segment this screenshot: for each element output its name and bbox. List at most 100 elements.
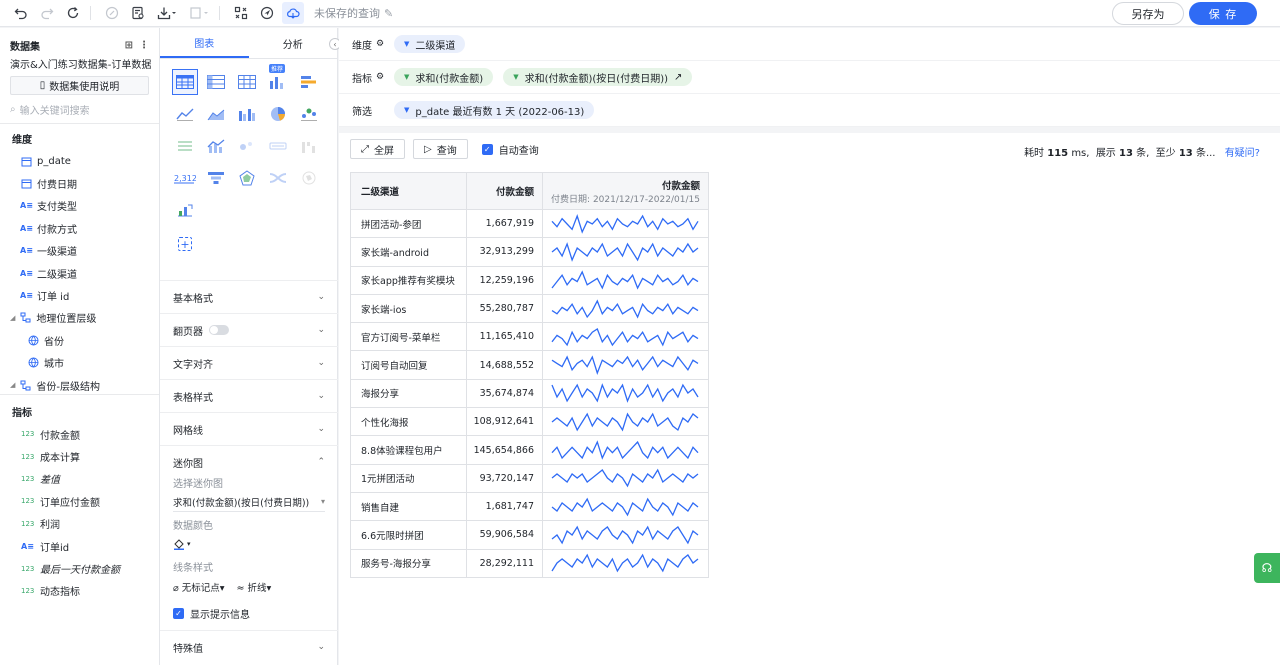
area-chart-icon[interactable] [203, 101, 229, 127]
kpi-card-icon[interactable] [265, 133, 291, 159]
save-button[interactable]: 保 存 [1189, 2, 1257, 25]
brush-icon[interactable] [101, 2, 123, 24]
tab-chart[interactable]: 图表 [160, 28, 249, 58]
bar-chart-icon[interactable]: 推荐 [265, 64, 291, 95]
table-row[interactable]: 家长端-ios 55,280,787 [350, 293, 709, 324]
data-color-picker[interactable]: ▾ [173, 534, 325, 554]
section-pager[interactable]: 翻页器 ⌄ [160, 313, 338, 346]
combo-chart-icon[interactable] [203, 133, 229, 159]
sankey-chart-icon[interactable] [265, 165, 291, 191]
sparkline[interactable] [551, 213, 699, 234]
sparkline[interactable] [551, 412, 699, 432]
dimension-item[interactable]: 付费日期 [0, 172, 159, 194]
sparkline[interactable] [551, 355, 699, 376]
section-basic-format[interactable]: 基本格式 ⌄ [160, 280, 338, 313]
query-button[interactable]: ▷ 查询 [413, 139, 468, 159]
export-icon[interactable] [185, 2, 213, 24]
funnel-chart-icon[interactable] [203, 165, 229, 191]
more-icon[interactable]: ⋮ [139, 40, 149, 51]
metric-item[interactable]: 123 差值 [0, 468, 159, 490]
cloud-sync-icon[interactable] [282, 2, 304, 24]
radar-chart-icon[interactable] [234, 165, 260, 191]
line-type-select[interactable]: ≈ 折线▾ [237, 580, 272, 594]
pie-chart-icon[interactable] [265, 101, 291, 127]
dimension-item[interactable]: A≡ 一级渠道 [0, 240, 159, 262]
progress-chart-icon[interactable] [172, 197, 198, 223]
sparkline[interactable] [551, 440, 699, 460]
dataset-doc-button[interactable]: ▯ 数据集使用说明 [10, 76, 149, 95]
horizontal-bar-icon[interactable] [296, 69, 322, 95]
sparkline[interactable] [551, 383, 699, 404]
column-header-amount[interactable]: 付款金额 [466, 172, 543, 210]
metric-item[interactable]: 123 成本计算 [0, 445, 159, 467]
table-chart-icon[interactable] [172, 69, 198, 95]
sparkline[interactable] [551, 270, 699, 290]
section-table-style[interactable]: 表格样式 ⌄ [160, 379, 338, 412]
tab-analysis[interactable]: 分析 [249, 28, 338, 58]
section-special-values[interactable]: 特殊值 ⌄ [160, 630, 338, 663]
table-row[interactable]: 个性化海报 108,912,641 [350, 407, 709, 437]
add-field-icon[interactable]: ⊞ [125, 40, 133, 51]
dimension-item[interactable]: A≡ 付款方式 [0, 217, 159, 239]
expand-tree-icon[interactable]: ◢ [10, 314, 15, 322]
dimension-item[interactable]: p_date [0, 150, 159, 172]
metric-pill[interactable]: ▼ 求和(付款金额) [394, 68, 494, 86]
table-row[interactable]: 6.6元限时拼团 59,906,584 [350, 520, 709, 550]
dimension-item[interactable]: ◢ 省份-层级结构 [0, 374, 159, 392]
table-row[interactable]: 家长app推荐有奖模块 12,259,196 [350, 265, 709, 295]
map-chart-icon[interactable] [296, 165, 322, 191]
line-chart-icon[interactable] [172, 101, 198, 127]
metric-item[interactable]: 123 订单应付金额 [0, 490, 159, 512]
dimension-item[interactable]: 城市 [0, 352, 159, 374]
marker-select[interactable]: ⌀ 无标记点▾ [173, 580, 225, 594]
scatter-chart-icon[interactable] [296, 101, 322, 127]
edit-title-icon[interactable]: ✎ [384, 7, 393, 20]
sparkline[interactable] [551, 497, 699, 517]
table-row[interactable]: 订阅号自动回复 14,688,552 [350, 350, 709, 380]
show-tooltip-checkbox[interactable]: ✓ 显示提示信息 [173, 602, 325, 624]
auto-query-checkbox[interactable]: ✓ 自动查询 [481, 142, 539, 157]
metric-item[interactable]: 123 利润 [0, 513, 159, 535]
table-row[interactable]: 8.8体验课程包用户 145,654,866 [350, 435, 709, 465]
fullscreen-button[interactable]: ⤢ 全屏 [350, 139, 405, 159]
pivot-table-icon[interactable] [203, 69, 229, 95]
dimension-item[interactable]: ◢ 地理位置层级 [0, 307, 159, 329]
metric-item[interactable]: 123 付款金额 [0, 423, 159, 445]
metric-item[interactable]: A≡ 订单id [0, 535, 159, 557]
metric-item[interactable]: 123 最后一天付款金额 [0, 557, 159, 579]
sql-query-icon[interactable] [127, 2, 149, 24]
metric-pill[interactable]: ▼ 求和(付款金额)(按日(付费日期)) ↗ [503, 68, 693, 86]
save-as-button[interactable]: 另存为 [1112, 2, 1184, 25]
column-header-sparkline[interactable]: 付款金额 付费日期: 2021/12/17-2022/01/15 [542, 172, 709, 210]
table-row[interactable]: 1元拼团活动 93,720,147 [350, 463, 709, 493]
table-row[interactable]: 家长端-android 32,913,299 [350, 237, 709, 267]
help-link[interactable]: 有疑问? [1225, 148, 1260, 159]
customer-service-button[interactable]: ☊ [1254, 553, 1280, 583]
column-header-channel[interactable]: 二级渠道 [350, 172, 467, 210]
mini-chart-select[interactable]: 求和(付款金额)(按日(付费日期)) ▾ [173, 492, 325, 512]
bubble-chart-icon[interactable] [234, 133, 260, 159]
section-text-align[interactable]: 文字对齐 ⌄ [160, 346, 338, 379]
add-chart-icon[interactable]: + [178, 237, 192, 251]
table-row[interactable]: 销售自建 1,681,747 [350, 491, 709, 522]
sparkline[interactable] [551, 553, 699, 573]
pager-toggle[interactable] [209, 325, 229, 335]
gear-icon[interactable]: ⚙ [376, 72, 384, 82]
dimension-pill[interactable]: ▼ 二级渠道 [394, 35, 466, 53]
section-grid-lines[interactable]: 网格线 ⌄ [160, 412, 338, 445]
dimension-item[interactable]: A≡ 二级渠道 [0, 262, 159, 284]
column-chart-icon[interactable] [234, 101, 260, 127]
dimension-item[interactable]: A≡ 支付类型 [0, 195, 159, 217]
table-row[interactable]: 官方订阅号-菜单栏 11,165,410 [350, 322, 709, 352]
sparkline[interactable] [551, 327, 699, 347]
stacked-chart-icon[interactable] [172, 133, 198, 159]
waterfall-chart-icon[interactable] [296, 133, 322, 159]
table-row[interactable]: 拼团活动-参团 1,667,919 [350, 208, 709, 239]
navigate-icon[interactable] [256, 2, 278, 24]
dataset-name[interactable]: 演示&入门练习数据集-订单数据 [0, 56, 159, 71]
compare-icon[interactable] [230, 2, 252, 24]
field-search-input[interactable]: ⌕ 输入关键词搜索 [10, 101, 149, 117]
expand-tree-icon[interactable]: ◢ [10, 381, 15, 389]
redo-icon[interactable] [36, 2, 58, 24]
sparkline[interactable] [551, 242, 699, 262]
